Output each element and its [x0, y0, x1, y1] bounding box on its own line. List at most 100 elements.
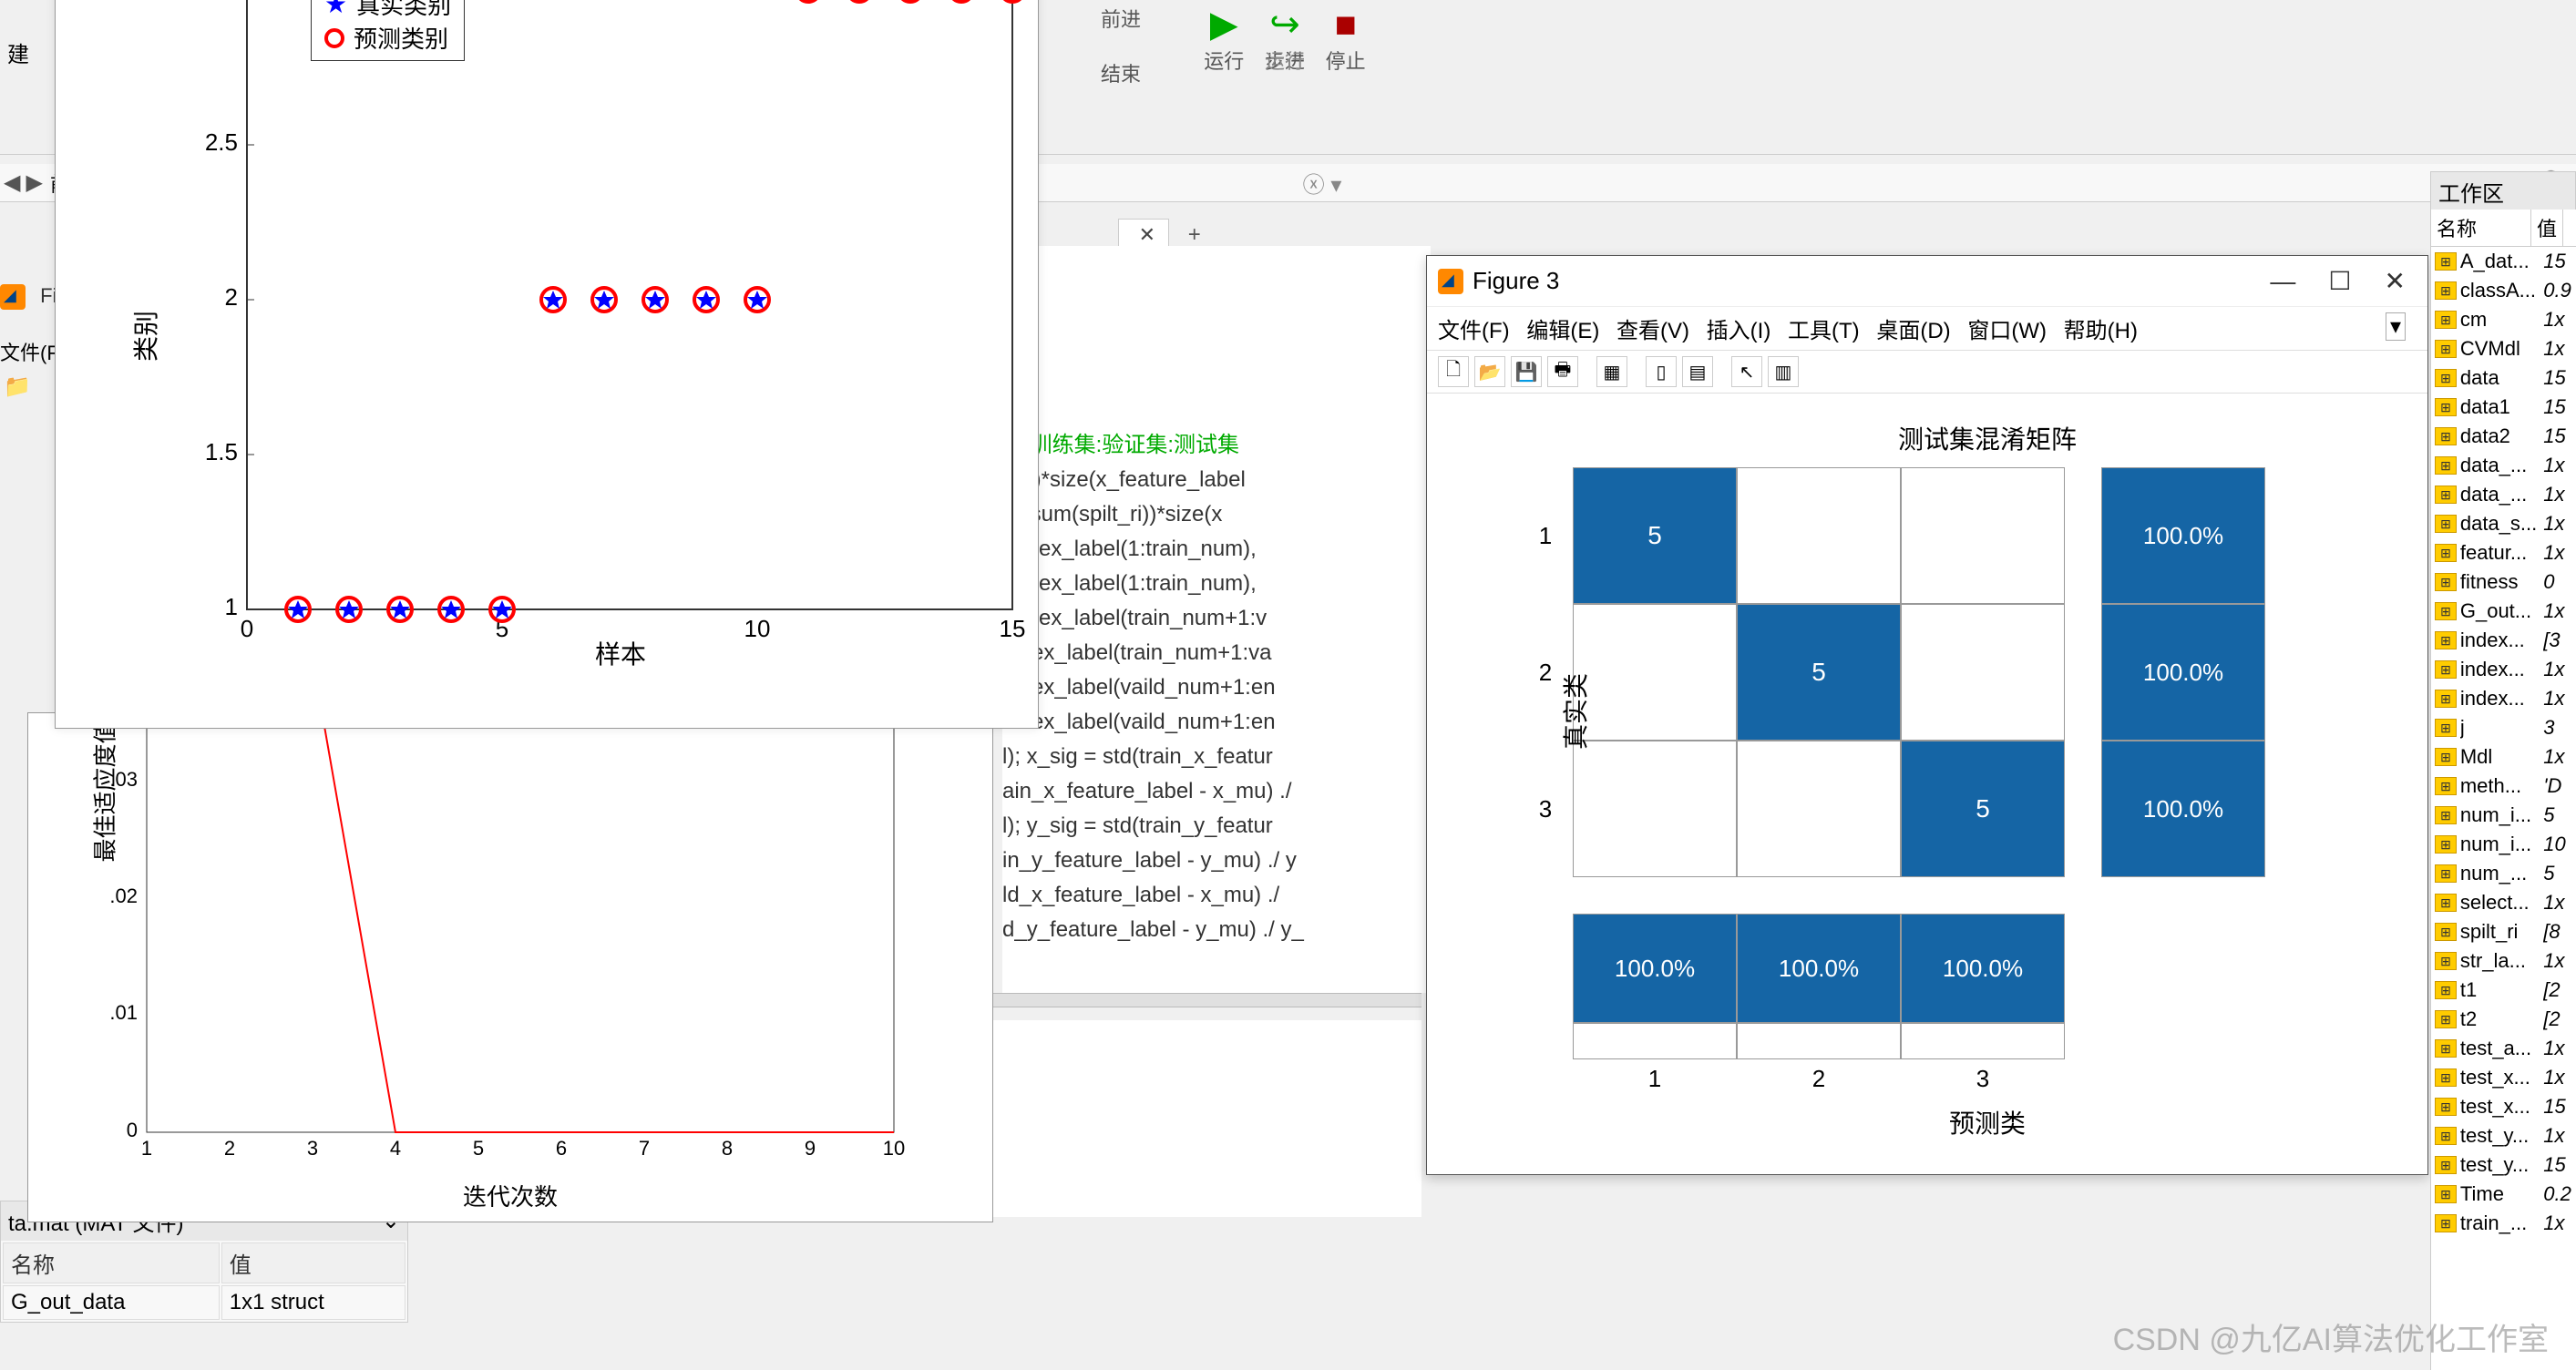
svg-text:9: 9 [805, 1137, 816, 1160]
confmat-col-label: 3 [1901, 1065, 2065, 1093]
workspace-row[interactable]: ⊞str_la...1x [2431, 946, 2576, 976]
workspace-row[interactable]: ⊞fitness0 [2431, 567, 2576, 597]
forward-partial[interactable]: 前进 [1093, 0, 1148, 36]
var-name: test_y... [2460, 1153, 2543, 1177]
workspace-row[interactable]: ⊞Mdl1x [2431, 742, 2576, 772]
details-table: 名称值 G_out_data1x1 struct [1, 1241, 407, 1322]
tab-close-icon[interactable]: ✕ [1139, 223, 1155, 246]
workspace-row[interactable]: ⊞CVMdl1x [2431, 334, 2576, 363]
colorbar-icon[interactable]: ▤ [1682, 356, 1713, 387]
var-value: 0 [2543, 570, 2576, 594]
var-name: meth... [2460, 774, 2543, 798]
menu-window[interactable]: 窗口(W) [1967, 319, 2047, 343]
workspace-row[interactable]: ⊞test_y...15 [2431, 1150, 2576, 1180]
workspace-row[interactable]: ⊞meth...'D [2431, 772, 2576, 801]
editor-line: (index_label(1:train_num), [1002, 532, 1431, 567]
rotate-icon[interactable]: ▯ [1646, 356, 1677, 387]
details-row[interactable]: G_out_data1x1 struct [3, 1285, 405, 1320]
workspace-row[interactable]: ⊞index...1x [2431, 655, 2576, 684]
editor-line: index_label(vaild_num+1:en [1002, 670, 1431, 705]
workspace-row[interactable]: ⊞G_out...1x [2431, 597, 2576, 626]
workspace-row[interactable]: ⊞data15 [2431, 363, 2576, 393]
variable-icon: ⊞ [2435, 748, 2457, 766]
workspace-row[interactable]: ⊞data_s...1x [2431, 509, 2576, 538]
confmat-xlabel: 预测类 [1582, 1104, 2393, 1140]
workspace-panel: 名称 值 ⊞A_dat...15⊞classA...0.9⊞cm1x⊞CVMdl… [2430, 210, 2576, 1370]
workspace-header[interactable]: 工作区 [2430, 171, 2576, 212]
workspace-row[interactable]: ⊞t1[2 [2431, 976, 2576, 1005]
svg-text:1: 1 [225, 593, 238, 620]
details-col-name[interactable]: 名称 [3, 1242, 220, 1283]
close-icon[interactable]: ⓧ ▾ [1303, 167, 1342, 199]
maximize-button[interactable]: ☐ [2317, 262, 2362, 300]
workspace-row[interactable]: ⊞data115 [2431, 393, 2576, 422]
code-editor[interactable]: 例 训练集:验证集:测试集 _ri))*size(x_feature_label… [1002, 246, 1431, 993]
minimize-button[interactable]: — [2259, 263, 2306, 300]
svg-text:6: 6 [556, 1137, 567, 1160]
figure-scatter-plot: 1 1.5 2 2.5 3 0 5 10 15 [55, 0, 1039, 729]
menu-view[interactable]: 查看(V) [1616, 319, 1689, 343]
workspace-row[interactable]: ⊞num_i...10 [2431, 830, 2576, 859]
workspace-row[interactable]: ⊞index...[3 [2431, 626, 2576, 655]
save-icon[interactable]: 💾 [1511, 356, 1542, 387]
svg-text:10: 10 [744, 615, 771, 642]
workspace-row[interactable]: ⊞j3 [2431, 713, 2576, 742]
workspace-row[interactable]: ⊞test_y...1x [2431, 1121, 2576, 1150]
workspace-row[interactable]: ⊞num_...5 [2431, 859, 2576, 888]
end-partial[interactable]: 结束 [1093, 55, 1148, 91]
workspace-row[interactable]: ⊞featur...1x [2431, 538, 2576, 567]
menu-tools[interactable]: 工具(T) [1788, 319, 1860, 343]
workspace-row[interactable]: ⊞test_x...15 [2431, 1092, 2576, 1121]
workspace-row[interactable]: ⊞classA...0.9 [2431, 276, 2576, 305]
open-icon[interactable]: 📂 [1474, 356, 1505, 387]
var-name: index... [2460, 658, 2543, 681]
var-name: spilt_ri [2460, 920, 2543, 944]
menu-insert[interactable]: 插入(I) [1707, 319, 1771, 343]
workspace-row[interactable]: ⊞spilt_ri[8 [2431, 917, 2576, 946]
print-icon[interactable]: 🖶 [1547, 356, 1578, 387]
workspace-row[interactable]: ⊞t2[2 [2431, 1005, 2576, 1034]
var-name: str_la... [2460, 949, 2543, 973]
variable-icon: ⊞ [2435, 311, 2457, 329]
workspace-row[interactable]: ⊞data_...1x [2431, 451, 2576, 480]
menu-edit[interactable]: 编辑(E) [1526, 319, 1599, 343]
workspace-row[interactable]: ⊞select...1x [2431, 888, 2576, 917]
var-value: 15 [2543, 1095, 2576, 1119]
forward-icon[interactable]: ▶ [26, 169, 42, 196]
variable-icon: ⊞ [2435, 544, 2457, 562]
variable-icon: ⊞ [2435, 777, 2457, 795]
workspace-row[interactable]: ⊞num_i...5 [2431, 801, 2576, 830]
new-figure-icon[interactable]: 🗋 [1438, 356, 1469, 387]
svg-text:1: 1 [141, 1137, 152, 1160]
close-button[interactable]: ✕ [2374, 262, 2417, 300]
workspace-col-name[interactable]: 名称 [2431, 210, 2531, 246]
var-value: 1x [2543, 1066, 2576, 1089]
workspace-row[interactable]: ⊞Time0.2 [2431, 1180, 2576, 1209]
variable-icon: ⊞ [2435, 660, 2457, 679]
cursor-icon[interactable]: ↖ [1731, 356, 1762, 387]
var-value: 1x [2543, 483, 2576, 506]
workspace-col-value[interactable]: 值 [2531, 210, 2563, 246]
variable-icon: ⊞ [2435, 923, 2457, 941]
workspace-row[interactable]: ⊞train_...1x [2431, 1209, 2576, 1238]
figure3-titlebar[interactable]: Figure 3 — ☐ ✕ [1427, 256, 2427, 307]
workspace-row[interactable]: ⊞cm1x [2431, 305, 2576, 334]
menu-file[interactable]: 文件(F) [1438, 319, 1510, 343]
workspace-row[interactable]: ⊞data_...1x [2431, 480, 2576, 509]
var-value: 1x [2543, 891, 2576, 915]
workspace-row[interactable]: ⊞test_a...1x [2431, 1034, 2576, 1063]
figure3-menubar: 文件(F) 编辑(E) 查看(V) 插入(I) 工具(T) 桌面(D) 窗口(W… [1427, 307, 2427, 351]
workspace-row[interactable]: ⊞test_x...1x [2431, 1063, 2576, 1092]
workspace-row[interactable]: ⊞data215 [2431, 422, 2576, 451]
legend-icon[interactable]: ▥ [1768, 356, 1799, 387]
menu-desktop[interactable]: 桌面(D) [1876, 319, 1950, 343]
menu-help[interactable]: 帮助(H) [2064, 319, 2138, 343]
var-name: featur... [2460, 541, 2543, 565]
folder-icon[interactable]: 📁 [4, 373, 31, 400]
details-col-value[interactable]: 值 [221, 1242, 405, 1283]
datatip-icon[interactable]: ▦ [1596, 356, 1627, 387]
workspace-row[interactable]: ⊞A_dat...15 [2431, 247, 2576, 276]
workspace-row[interactable]: ⊞index...1x [2431, 684, 2576, 713]
back-icon[interactable]: ◀ [4, 169, 20, 196]
menu-dropdown-icon[interactable]: ▾ [2386, 312, 2406, 341]
